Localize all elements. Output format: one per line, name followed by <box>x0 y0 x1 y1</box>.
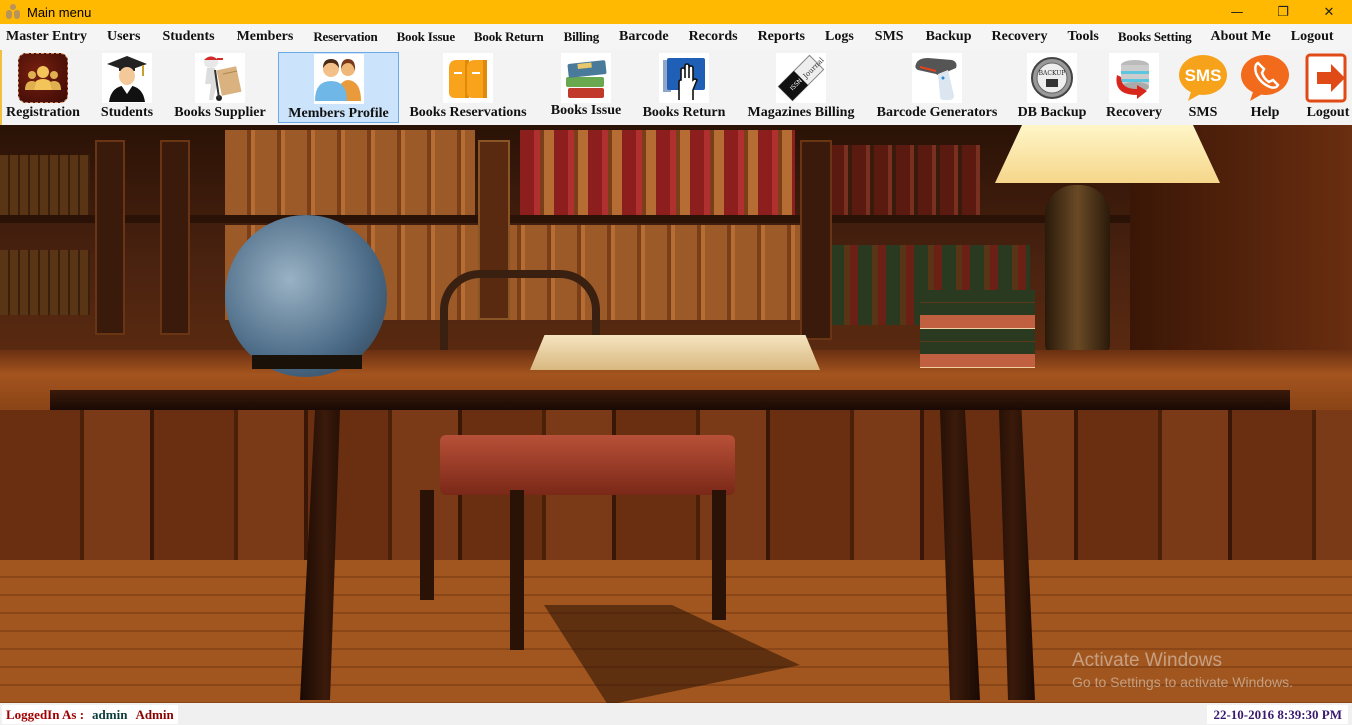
menu-students[interactable]: Students <box>162 29 236 45</box>
window-title: Main menu <box>27 4 92 20</box>
tool-logout[interactable]: Logout <box>1302 52 1352 123</box>
barcode-scanner-icon <box>912 53 962 103</box>
menu-about-me[interactable]: About Me <box>1211 29 1291 45</box>
menu-reservation[interactable]: Reservation <box>313 29 396 45</box>
tool-label: Students <box>100 105 154 120</box>
tool-label: Logout <box>1306 105 1350 120</box>
sms-bubble-icon: SMS <box>1178 53 1228 103</box>
menu-recovery[interactable]: Recovery <box>992 29 1068 45</box>
menu-tools[interactable]: Tools <box>1067 29 1117 45</box>
tool-recovery[interactable]: Recovery <box>1102 52 1166 123</box>
restore-button[interactable]: ❐ <box>1260 0 1306 24</box>
members-icon <box>313 54 364 104</box>
activate-windows-watermark: Activate Windows Go to Settings to activ… <box>1072 650 1293 690</box>
tool-label: Recovery <box>1106 105 1162 120</box>
svg-text:BACKUP: BACKUP <box>1039 70 1066 77</box>
menu-logout[interactable]: Logout <box>1291 29 1343 45</box>
tool-barcode-generators[interactable]: Barcode Generators <box>874 52 1000 123</box>
watermark-title: Activate Windows <box>1072 650 1222 671</box>
app-icon <box>5 4 21 20</box>
delivery-man-icon <box>195 53 245 103</box>
toolbar: Registration Students Books Supplier Mem… <box>0 50 1352 125</box>
menu-bar: Master Entry Users Students Members Rese… <box>0 24 1352 50</box>
username: admin <box>92 706 128 722</box>
menu-books-setting[interactable]: Books Setting <box>1118 29 1211 45</box>
logout-icon <box>1303 53 1352 103</box>
tool-label: Books Return <box>642 105 726 120</box>
menu-members[interactable]: Members <box>237 29 314 45</box>
menu-book-return[interactable]: Book Return <box>474 29 564 45</box>
menu-master-entry[interactable]: Master Entry <box>6 29 107 45</box>
sms-icon-text: SMS <box>1185 66 1222 85</box>
tool-students[interactable]: Students <box>96 52 158 123</box>
tool-registration[interactable]: Registration <box>4 52 82 123</box>
menu-barcode[interactable]: Barcode <box>619 29 689 45</box>
login-info: LoggedIn As : admin Admin <box>2 705 178 724</box>
tool-members-profile[interactable]: Members Profile <box>278 52 399 123</box>
title-bar: Main menu — ❐ ✕ <box>0 0 1352 24</box>
tool-books-supplier[interactable]: Books Supplier <box>170 52 270 123</box>
menu-logs[interactable]: Logs <box>825 29 875 45</box>
menu-users[interactable]: Users <box>107 29 162 45</box>
tool-label: Help <box>1250 105 1280 120</box>
menu-book-issue[interactable]: Book Issue <box>397 29 474 45</box>
background-image <box>0 125 1352 703</box>
backup-icon: BACKUP <box>1027 53 1077 103</box>
watermark-subtitle: Go to Settings to activate Windows. <box>1072 674 1293 690</box>
tool-label: Books Supplier <box>174 105 266 120</box>
tool-db-backup[interactable]: BACKUP DB Backup <box>1016 52 1088 123</box>
menu-records[interactable]: Records <box>689 29 758 45</box>
menu-reports[interactable]: Reports <box>758 29 825 45</box>
tool-label: Books Reservations <box>409 105 527 120</box>
database-recovery-icon <box>1109 53 1159 103</box>
datetime: 22-10-2016 8:39:30 PM <box>1207 705 1348 724</box>
book-stack-icon <box>561 53 611 103</box>
tool-books-issue[interactable]: Books Issue <box>545 52 627 123</box>
tool-label: Registration <box>6 105 80 120</box>
tool-label: Magazines Billing <box>747 105 855 120</box>
tool-sms[interactable]: SMS SMS <box>1178 52 1228 123</box>
tool-label: Barcode Generators <box>876 105 998 120</box>
menu-sms[interactable]: SMS <box>875 29 926 45</box>
logged-in-label: LoggedIn As : <box>6 706 85 722</box>
menu-billing[interactable]: Billing <box>564 29 619 45</box>
minimize-button[interactable]: — <box>1214 0 1260 24</box>
tool-label: Books Issue <box>550 103 622 118</box>
registration-icon <box>18 53 68 103</box>
close-button[interactable]: ✕ <box>1306 0 1352 24</box>
tool-help[interactable]: Help <box>1240 52 1290 123</box>
graduate-icon <box>102 53 152 103</box>
phone-bubble-icon <box>1240 53 1290 103</box>
tool-label: SMS <box>1188 105 1218 120</box>
user-role: Admin <box>135 706 174 722</box>
tool-label: Members Profile <box>288 106 389 121</box>
tool-magazines-billing[interactable]: ISSN Journal Magazines Billing <box>742 52 860 123</box>
books-orange-icon <box>443 53 493 103</box>
book-hand-icon <box>659 53 709 103</box>
tool-books-return[interactable]: Books Return <box>640 52 728 123</box>
menu-backup[interactable]: Backup <box>926 29 992 45</box>
status-bar: LoggedIn As : admin Admin 22-10-2016 8:3… <box>0 703 1352 725</box>
journal-icon: ISSN Journal <box>776 53 826 103</box>
tool-label: DB Backup <box>1017 105 1087 120</box>
window-controls: — ❐ ✕ <box>1214 0 1352 24</box>
tool-books-reservations[interactable]: Books Reservations <box>406 52 530 123</box>
